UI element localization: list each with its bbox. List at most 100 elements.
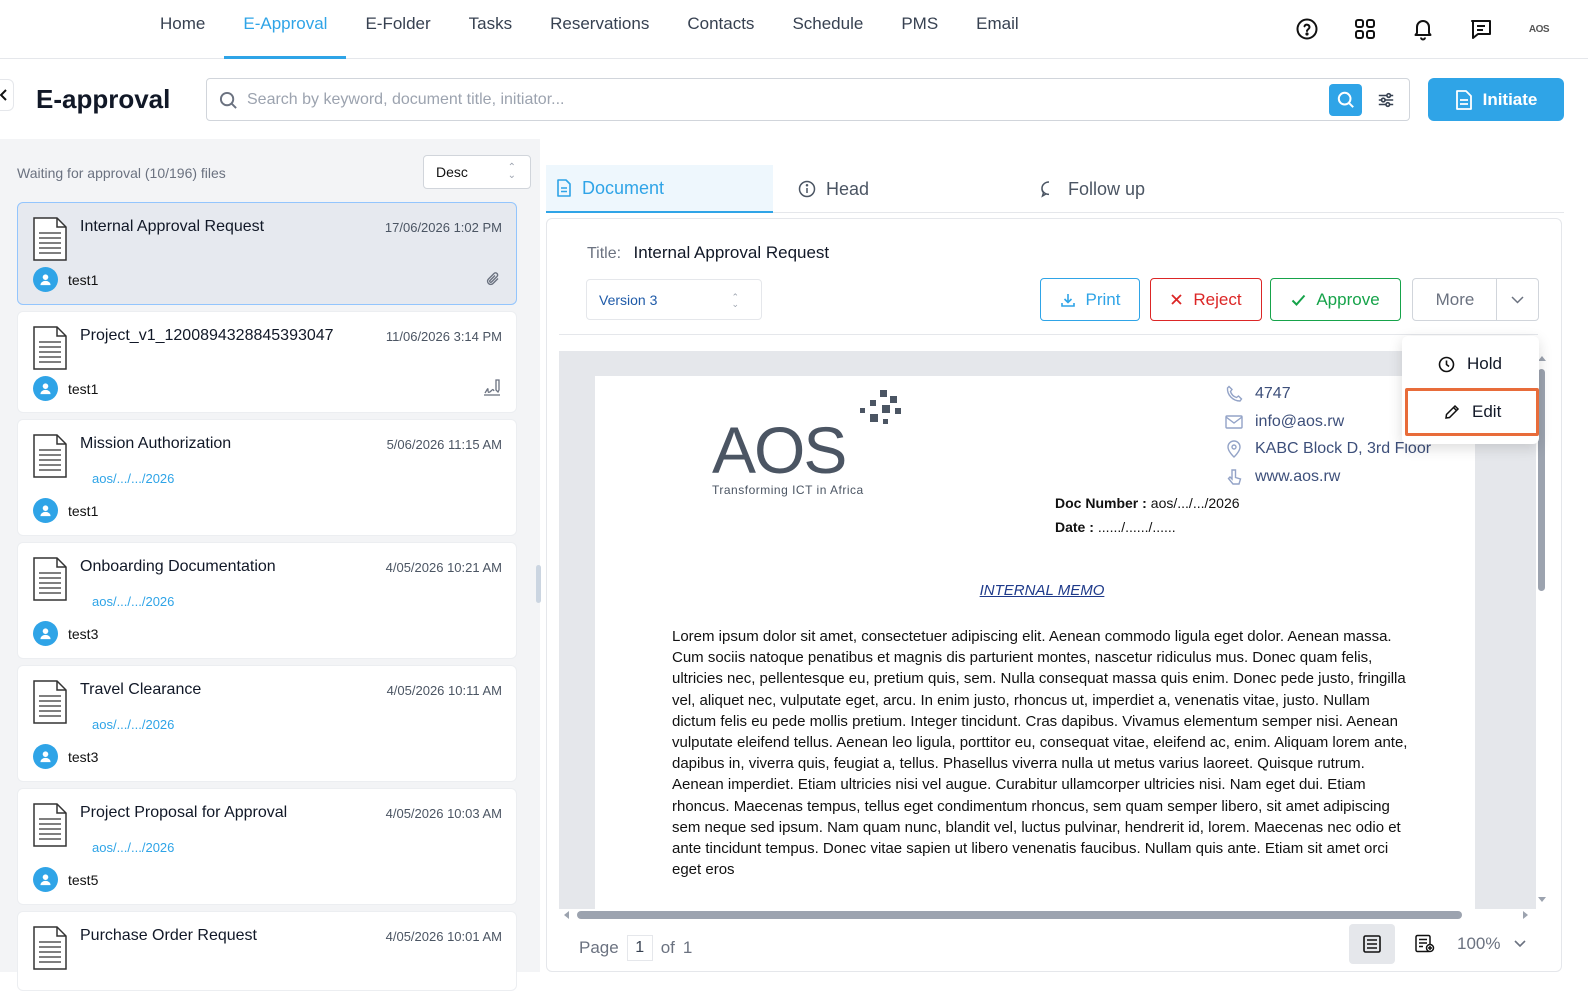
svg-text:AOS: AOS [712,413,845,487]
zoom-select[interactable]: 100% [1457,934,1527,954]
single-page-view-button[interactable] [1349,924,1395,964]
nav-pms[interactable]: PMS [882,0,957,59]
nav-reservations[interactable]: Reservations [531,0,668,59]
page-view-icon [1363,935,1381,953]
page-label: Page [579,938,619,957]
filter-button[interactable] [1373,87,1399,113]
total-pages: 1 [682,938,693,957]
menu-item-hold[interactable]: Hold [1402,340,1539,388]
panel-resize-handle[interactable] [536,565,541,603]
user-avatar-icon [33,744,58,769]
print-button[interactable]: Print [1040,278,1140,321]
divider [559,334,1538,335]
nav-contacts[interactable]: Contacts [668,0,773,59]
scrollbar-thumb[interactable] [1538,369,1545,591]
nav-email[interactable]: Email [957,0,1038,59]
file-icon [33,434,67,483]
chevron-updown-icon: ⌃ ⌄ [731,292,739,309]
nav-e-folder[interactable]: E-Folder [346,0,449,59]
item-date: 4/05/2026 10:03 AM [385,806,502,821]
aos-logo: AOS Transforming ICT in Africa [712,388,912,505]
list-item[interactable]: Project_v1_1200894328845393047 11/06/202… [17,311,517,413]
user-name: test1 [68,271,99,288]
sort-value: Desc [436,164,468,180]
scroll-up-icon [1538,356,1546,361]
menu-item-edit[interactable]: Edit [1405,388,1539,436]
contact-website: www.aos.rw [1225,468,1340,486]
item-date: 11/06/2026 3:14 PM [385,329,502,344]
search-icon [219,91,238,115]
signature-icon [483,378,501,401]
document-viewer[interactable]: AOS Transforming ICT in Africa 4747 info… [559,351,1536,909]
list-item[interactable]: Mission Authorization 5/06/2026 11:15 AM… [17,419,517,536]
item-initiator: test3 [33,621,98,646]
list-item[interactable]: Purchase Order Request 4/05/2026 10:01 A… [17,911,517,991]
more-label: More [1435,289,1475,309]
item-reference: aos/.../.../2026 [92,840,175,855]
item-date: 4/05/2026 10:21 AM [385,560,502,575]
reject-button[interactable]: Reject [1150,278,1262,321]
doc-number: Doc Number : aos/.../.../2026 [1055,495,1240,511]
document-icon [557,179,571,197]
chevron-left-icon [0,89,7,101]
list-item[interactable]: Onboarding Documentation 4/05/2026 10:21… [17,542,517,659]
search-button[interactable] [1329,84,1362,116]
item-date: 17/06/2026 1:02 PM [384,220,502,235]
page-title: E-approval [36,84,171,114]
nav-home[interactable]: Home [141,0,224,59]
tab-document[interactable]: Document [546,165,773,213]
file-icon [33,803,67,852]
user-name: test1 [68,380,99,397]
nav-tasks[interactable]: Tasks [450,0,531,59]
page-settings-button[interactable] [1407,924,1443,964]
list-item[interactable]: Internal Approval Request 17/06/2026 1:0… [17,202,517,305]
page-number-input[interactable]: 1 [626,935,653,961]
item-title: Internal Approval Request [80,218,265,235]
user-avatar-icon [33,498,58,523]
chevron-updown-icon: ⌃ ⌄ [507,162,516,181]
brand-logo[interactable]: AOS [1520,10,1558,48]
nav-e-approval[interactable]: E-Approval [224,0,347,59]
user-name: test1 [68,502,99,519]
item-date: 4/05/2026 10:11 AM [386,683,502,698]
file-icon [33,217,67,266]
page-indicator: Page 1 of 1 [579,935,692,961]
list-item[interactable]: Project Proposal for Approval 4/05/2026 … [17,788,517,905]
scroll-right-icon [1523,911,1528,919]
doc-date-value: ....../....../...... [1097,519,1176,535]
tab-follow-up[interactable]: Follow up [1040,165,1145,213]
list-item[interactable]: Travel Clearance 4/05/2026 10:11 AM aos/… [17,665,517,782]
help-icon[interactable] [1288,10,1326,48]
more-dropdown-toggle[interactable] [1496,278,1539,321]
back-button[interactable] [0,79,14,111]
file-icon [33,680,67,729]
horizontal-scrollbar[interactable] [559,909,1536,921]
version-select[interactable]: Version 3 ⌃ ⌄ [586,279,762,320]
tab-head[interactable]: Head [798,165,869,213]
reject-label: Reject [1193,289,1242,309]
search-input[interactable] [247,87,1307,113]
header-icons: AOS [1288,10,1558,48]
check-icon [1292,294,1306,306]
bell-icon[interactable] [1404,10,1442,48]
more-button[interactable]: More [1412,278,1498,321]
zoom-value: 100% [1457,934,1501,953]
user-avatar-icon [33,376,58,401]
apps-grid-icon[interactable] [1346,10,1384,48]
sort-select[interactable]: Desc ⌃ ⌄ [423,155,531,189]
item-initiator: test1 [33,498,98,523]
main-menu: Home E-Approval E-Folder Tasks Reservati… [141,0,1038,59]
nav-schedule[interactable]: Schedule [773,0,882,59]
version-value: Version 3 [599,292,658,308]
mail-icon [1225,415,1243,429]
viewer-footer: Page 1 of 1 100% [559,922,1538,972]
approve-button[interactable]: Approve [1270,278,1401,321]
scrollbar-thumb[interactable] [577,911,1462,919]
chat-icon[interactable] [1462,10,1500,48]
initiate-button[interactable]: Initiate [1428,78,1564,121]
user-avatar-icon [33,867,58,892]
scroll-left-icon [564,911,569,919]
contact-email: info@aos.rw [1225,413,1344,431]
document-icon [1455,89,1472,110]
page-settings-icon [1415,934,1435,953]
